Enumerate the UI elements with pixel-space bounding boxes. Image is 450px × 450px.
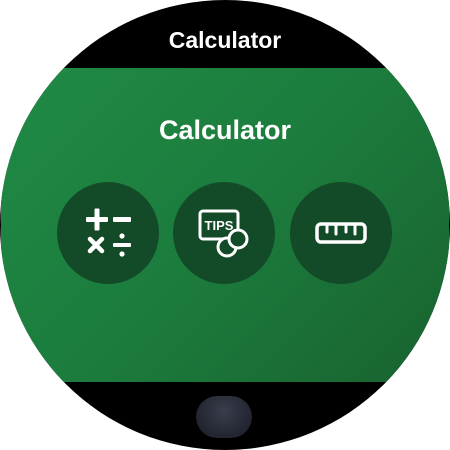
arithmetic-shortcut-button[interactable] (57, 182, 159, 284)
tip-calculator-shortcut-button[interactable]: TIPS (173, 182, 275, 284)
home-button[interactable] (196, 396, 252, 438)
tile-title: Calculator (158, 115, 292, 145)
unit-converter-shortcut-button[interactable] (290, 182, 392, 284)
arithmetic-operators-icon (78, 203, 138, 263)
app-title: Calculator (168, 27, 282, 53)
ruler-icon (311, 203, 371, 263)
tip-calculator-icon: TIPS (194, 203, 254, 263)
watch-face: Calculator Calculator TIPS (0, 0, 450, 450)
tips-badge-text: TIPS (205, 218, 234, 233)
